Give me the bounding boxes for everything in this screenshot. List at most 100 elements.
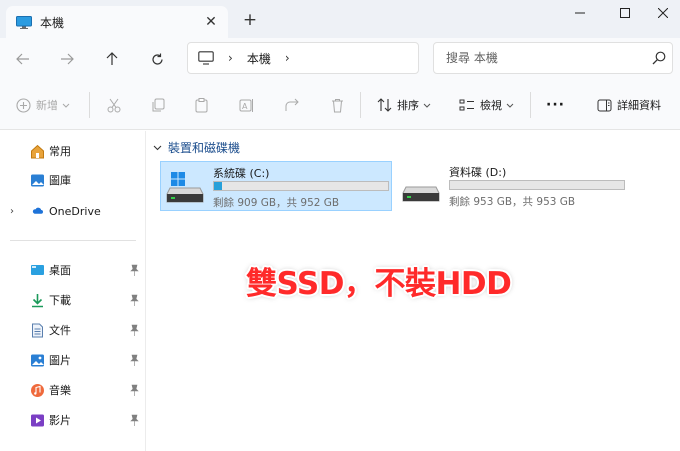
- arrow-up-icon: [106, 52, 118, 65]
- divider: [89, 92, 90, 118]
- details-label: 詳細資料: [617, 99, 661, 112]
- delete-button[interactable]: [331, 94, 344, 116]
- pin-icon[interactable]: [130, 354, 139, 366]
- view-button[interactable]: 檢視: [459, 94, 514, 116]
- sidebar-item-label: 常用: [49, 145, 71, 158]
- plus-circle-icon: [16, 97, 31, 113]
- breadcrumb-this-pc[interactable]: 本機: [247, 50, 271, 67]
- drive-item-c[interactable]: 系統碟 (C:) 剩餘 909 GB，共 952 GB: [160, 161, 392, 211]
- close-tab-button[interactable]: ✕: [202, 13, 220, 31]
- video-icon: [31, 414, 44, 426]
- sidebar-item-downloads[interactable]: 下載: [0, 288, 146, 312]
- sort-button[interactable]: 排序: [377, 94, 431, 116]
- sidebar-item-pictures[interactable]: 圖片: [0, 348, 146, 372]
- arrow-right-icon: [61, 53, 74, 65]
- close-icon: [658, 8, 668, 18]
- sidebar-item-music[interactable]: 音樂: [0, 378, 146, 402]
- chevron-down-icon: [423, 103, 431, 108]
- svg-text:A: A: [242, 102, 248, 111]
- navigation-pane: 常用 圖庫 › OneDrive 桌面 下載 文件 圖片 音樂 影片: [0, 131, 146, 451]
- sidebar-item-label: 音樂: [49, 384, 71, 397]
- title-bar: 本機 ✕ +: [0, 0, 680, 38]
- sidebar-item-gallery[interactable]: 圖庫: [0, 168, 146, 192]
- address-bar[interactable]: › 本機 ›: [187, 42, 419, 74]
- search-box[interactable]: [433, 42, 673, 74]
- close-window-button[interactable]: [648, 4, 678, 22]
- gallery-icon: [31, 174, 44, 186]
- chevron-down-icon: [506, 103, 514, 108]
- capacity-bar-fill: [214, 182, 222, 190]
- sort-label: 排序: [397, 99, 419, 112]
- divider: [360, 92, 361, 118]
- capacity-bar: [449, 180, 625, 190]
- divider: [530, 92, 531, 118]
- drive-name: 系統碟 (C:): [213, 167, 270, 180]
- cloud-icon: [32, 207, 43, 214]
- search-input[interactable]: [446, 51, 646, 65]
- tab-this-pc[interactable]: 本機 ✕: [6, 6, 228, 38]
- breadcrumb-separator[interactable]: ›: [228, 51, 233, 65]
- arrow-left-icon: [16, 53, 29, 65]
- download-icon: [32, 293, 43, 307]
- pin-icon[interactable]: [130, 414, 139, 426]
- chevron-down-icon: [153, 145, 162, 150]
- desktop-icon: [31, 264, 44, 275]
- minimize-icon: [575, 12, 585, 14]
- details-pane-button[interactable]: 詳細資料: [597, 94, 661, 116]
- sort-icon: [377, 98, 392, 112]
- refresh-button[interactable]: [146, 48, 168, 70]
- sidebar-item-label: 桌面: [49, 264, 71, 277]
- breadcrumb-separator[interactable]: ›: [285, 51, 290, 65]
- details-pane-icon: [597, 99, 612, 111]
- picture-icon: [31, 354, 44, 366]
- hard-drive-icon: [402, 186, 440, 202]
- sidebar-item-desktop[interactable]: 桌面: [0, 258, 146, 282]
- pin-icon[interactable]: [130, 264, 139, 276]
- paste-button[interactable]: [195, 94, 208, 116]
- maximize-button[interactable]: [610, 4, 640, 22]
- document-icon: [32, 323, 43, 337]
- group-title: 裝置和磁碟機: [168, 141, 241, 155]
- share-icon: [285, 98, 299, 111]
- file-list-area: 裝置和磁碟機 系統碟 (C:) 剩餘 909 GB，共 952 GB 資料碟 (…: [147, 131, 680, 451]
- sidebar-item-label: 圖庫: [49, 174, 71, 187]
- rename-icon: A: [239, 98, 253, 112]
- copy-icon: [152, 98, 165, 111]
- forward-button[interactable]: [56, 48, 78, 70]
- sidebar-item-label: 影片: [49, 414, 71, 427]
- sidebar-item-documents[interactable]: 文件: [0, 318, 146, 342]
- new-button[interactable]: 新增: [16, 94, 70, 116]
- navigation-bar: › 本機 ›: [0, 38, 680, 80]
- drive-capacity-text: 剩餘 909 GB，共 952 GB: [213, 197, 340, 209]
- annotation-overlay-text: 雙SSD，不裝HDD: [246, 266, 512, 302]
- pin-icon[interactable]: [130, 294, 139, 306]
- tab-title: 本機: [40, 15, 65, 30]
- pin-icon[interactable]: [130, 324, 139, 336]
- system-drive-icon: [166, 172, 204, 203]
- view-icon: [459, 99, 474, 110]
- sidebar-item-label: OneDrive: [49, 204, 101, 218]
- maximize-icon: [620, 8, 630, 18]
- minimize-button[interactable]: [565, 4, 595, 22]
- new-tab-button[interactable]: +: [240, 11, 260, 31]
- drive-item-d[interactable]: 資料碟 (D:) 剩餘 953 GB，共 953 GB: [397, 161, 629, 211]
- view-label: 檢視: [480, 99, 502, 112]
- clipboard-icon: [195, 97, 208, 112]
- chevron-down-icon: [62, 103, 70, 108]
- copy-button[interactable]: [151, 94, 165, 116]
- rename-button[interactable]: A: [239, 94, 255, 116]
- more-options-button[interactable]: ···: [546, 94, 565, 116]
- sidebar-item-onedrive[interactable]: › OneDrive: [0, 199, 146, 223]
- cut-button[interactable]: [107, 94, 121, 116]
- sidebar-item-label: 圖片: [49, 354, 71, 367]
- group-header-devices[interactable]: 裝置和磁碟機: [153, 139, 240, 156]
- share-button[interactable]: [285, 94, 300, 116]
- sidebar-item-videos[interactable]: 影片: [0, 408, 146, 432]
- chevron-right-icon[interactable]: ›: [10, 206, 14, 217]
- up-button[interactable]: [101, 48, 123, 70]
- back-button[interactable]: [12, 48, 34, 70]
- new-label: 新增: [36, 99, 58, 112]
- pin-icon[interactable]: [130, 384, 139, 396]
- scissors-icon: [107, 98, 121, 112]
- sidebar-item-home[interactable]: 常用: [0, 139, 146, 163]
